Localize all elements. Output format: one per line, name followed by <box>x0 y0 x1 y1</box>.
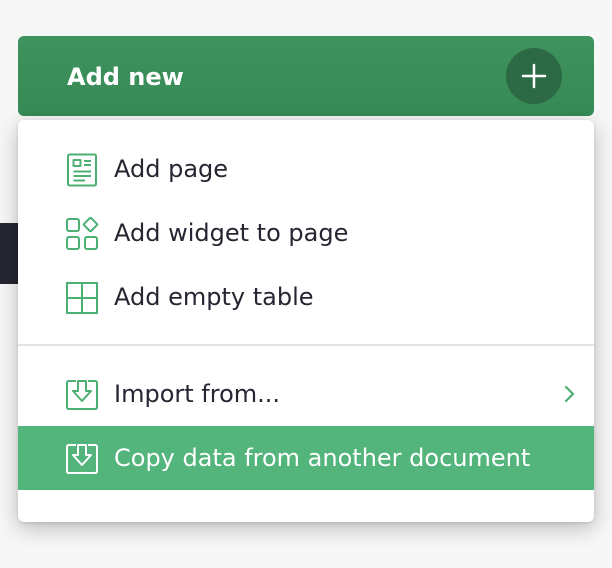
menu-divider <box>18 344 594 346</box>
add-new-button[interactable]: Add new <box>18 36 594 116</box>
menu-item-add-table[interactable]: Add empty table <box>18 265 594 329</box>
menu-item-label: Add widget to page <box>114 219 349 247</box>
menu-item-label: Add page <box>114 155 229 183</box>
import-icon <box>65 378 99 412</box>
menu-item-add-page[interactable]: Add page <box>18 137 594 201</box>
add-new-menu: Add page Add widget to page Add empty ta… <box>18 120 594 522</box>
plus-icon <box>506 48 562 104</box>
menu-item-label: Import from... <box>114 380 281 408</box>
add-new-label: Add new <box>67 63 184 91</box>
menu-item-add-widget[interactable]: Add widget to page <box>18 201 594 265</box>
menu-item-label: Copy data from another document <box>114 444 531 472</box>
menu-item-import-from[interactable]: Import from... <box>18 362 594 426</box>
page-icon <box>65 153 99 187</box>
menu-item-label: Add empty table <box>114 283 314 311</box>
chevron-right-icon <box>560 384 580 404</box>
table-icon <box>65 281 99 315</box>
widget-icon <box>65 217 99 251</box>
menu-item-copy-data[interactable]: Copy data from another document <box>18 426 594 490</box>
import-icon <box>65 442 99 476</box>
